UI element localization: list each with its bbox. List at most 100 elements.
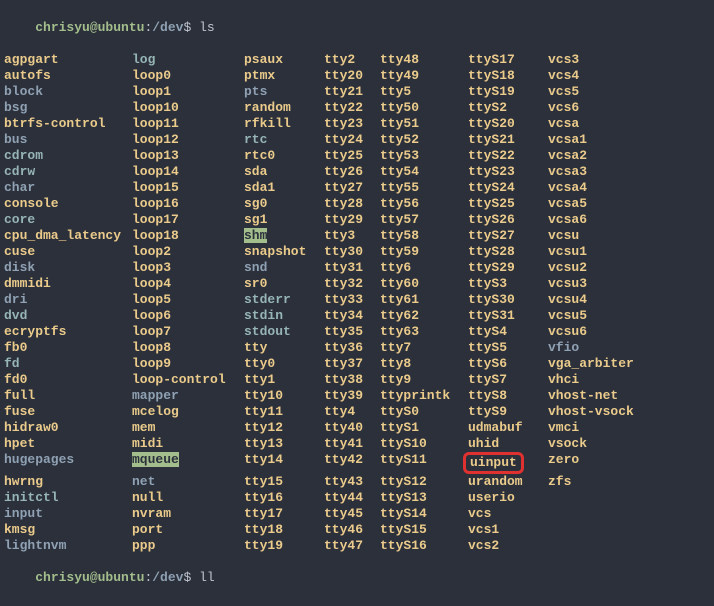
ls-entry: vcs6 — [548, 100, 668, 116]
ls-entry: ttyS30 — [468, 292, 548, 308]
ls-entry: tty33 — [324, 292, 380, 308]
ls-entry — [548, 538, 668, 554]
ls-entry: tty19 — [244, 538, 324, 554]
ls-entry: vga_arbiter — [548, 356, 668, 372]
ls-entry: tty1 — [244, 372, 324, 388]
ls-entry: ttyS18 — [468, 68, 548, 84]
ls-entry: tty29 — [324, 212, 380, 228]
terminal-output[interactable]: chrisyu@ubuntu:/dev$ ls agpgartlogpsauxt… — [4, 4, 710, 602]
ls-entry: vcs — [468, 506, 548, 522]
ls-entry: tty46 — [324, 522, 380, 538]
ls-entry — [548, 490, 668, 506]
ls-entry: dri — [4, 292, 132, 308]
ls-entry: snd — [244, 260, 324, 276]
ls-entry: ttyS22 — [468, 148, 548, 164]
ls-entry: ttyS5 — [468, 340, 548, 356]
ls-entry: vcsa6 — [548, 212, 668, 228]
ls-entry: tty54 — [380, 164, 468, 180]
ls-entry: tty62 — [380, 308, 468, 324]
ls-entry: tty8 — [380, 356, 468, 372]
ls-entry: fd — [4, 356, 132, 372]
ls-entry: loop14 — [132, 164, 244, 180]
ls-entry: ttyS17 — [468, 52, 548, 68]
ls-entry: tty32 — [324, 276, 380, 292]
ls-entry: vmci — [548, 420, 668, 436]
ls-entry: tty38 — [324, 372, 380, 388]
ls-entry: log — [132, 52, 244, 68]
ls-entry: vcsu4 — [548, 292, 668, 308]
ls-entry: loop11 — [132, 116, 244, 132]
ls-entry: btrfs-control — [4, 116, 132, 132]
ls-entry: cpu_dma_latency — [4, 228, 132, 244]
ls-entry: ttyS9 — [468, 404, 548, 420]
ls-entry: mapper — [132, 388, 244, 404]
ls-entry: tty60 — [380, 276, 468, 292]
ls-entry: tty39 — [324, 388, 380, 404]
ls-entry: rtc0 — [244, 148, 324, 164]
ls-entry: vhost-vsock — [548, 404, 668, 420]
ls-entry: loop6 — [132, 308, 244, 324]
ls-entry: tty36 — [324, 340, 380, 356]
ls-entry: tty6 — [380, 260, 468, 276]
ls-entry: vcsu3 — [548, 276, 668, 292]
ls-entry: tty25 — [324, 148, 380, 164]
ls-entry — [548, 522, 668, 538]
ls-entry: dvd — [4, 308, 132, 324]
ls-entry: disk — [4, 260, 132, 276]
ls-entry: vcsa2 — [548, 148, 668, 164]
ls-entry: hidraw0 — [4, 420, 132, 436]
ls-entry: ttyS28 — [468, 244, 548, 260]
prompt-path: /dev — [152, 20, 183, 35]
ls-entry: tty26 — [324, 164, 380, 180]
ls-entry: tty14 — [244, 452, 324, 474]
ls-entry: ttyS1 — [380, 420, 468, 436]
ls-entry: tty2 — [324, 52, 380, 68]
ls-entry: agpgart — [4, 52, 132, 68]
ls-entry: vcsu1 — [548, 244, 668, 260]
ls-entry: tty43 — [324, 474, 380, 490]
ls-entry: kmsg — [4, 522, 132, 538]
prompt-user: chrisyu@ubuntu — [35, 20, 144, 35]
ls-entry: null — [132, 490, 244, 506]
ls-entry: tty48 — [380, 52, 468, 68]
ls-entry: userio — [468, 490, 548, 506]
ls-entry: ttyS13 — [380, 490, 468, 506]
ls-entry: rfkill — [244, 116, 324, 132]
ls-entry: sda1 — [244, 180, 324, 196]
ls-entry: tty47 — [324, 538, 380, 554]
ls-entry: tty24 — [324, 132, 380, 148]
ls-entry: ttyS16 — [380, 538, 468, 554]
ls-entry: vcs2 — [468, 538, 548, 554]
ls-entry: loop0 — [132, 68, 244, 84]
ls-entry — [548, 506, 668, 522]
prompt-line-1: chrisyu@ubuntu:/dev$ ls — [4, 4, 710, 52]
prompt-path: /dev — [152, 570, 183, 585]
ls-entry: ppp — [132, 538, 244, 554]
ls-entry: full — [4, 388, 132, 404]
ls-entry: tty10 — [244, 388, 324, 404]
ls-entry: tty16 — [244, 490, 324, 506]
ls-entry: hwrng — [4, 474, 132, 490]
ls-entry: input — [4, 506, 132, 522]
ls-entry: fb0 — [4, 340, 132, 356]
ls-entry: tty52 — [380, 132, 468, 148]
ls-entry: mem — [132, 420, 244, 436]
ls-entry: tty31 — [324, 260, 380, 276]
ls-entry: loop5 — [132, 292, 244, 308]
ls-entry: tty56 — [380, 196, 468, 212]
ls-entry: tty58 — [380, 228, 468, 244]
ls-entry: tty — [244, 340, 324, 356]
prompt-dollar: $ — [183, 570, 191, 585]
ls-entry: udmabuf — [468, 420, 548, 436]
ls-entry: ttyS2 — [468, 100, 548, 116]
ls-entry: tty7 — [380, 340, 468, 356]
ls-entry: tty11 — [244, 404, 324, 420]
ls-entry: loop4 — [132, 276, 244, 292]
ls-entry: cuse — [4, 244, 132, 260]
ls-entry: tty34 — [324, 308, 380, 324]
ls-entry: ttyS10 — [380, 436, 468, 452]
ls-entry: vcsa — [548, 116, 668, 132]
ls-entry: bus — [4, 132, 132, 148]
ls-entry: ttyS27 — [468, 228, 548, 244]
ls-entry: loop15 — [132, 180, 244, 196]
